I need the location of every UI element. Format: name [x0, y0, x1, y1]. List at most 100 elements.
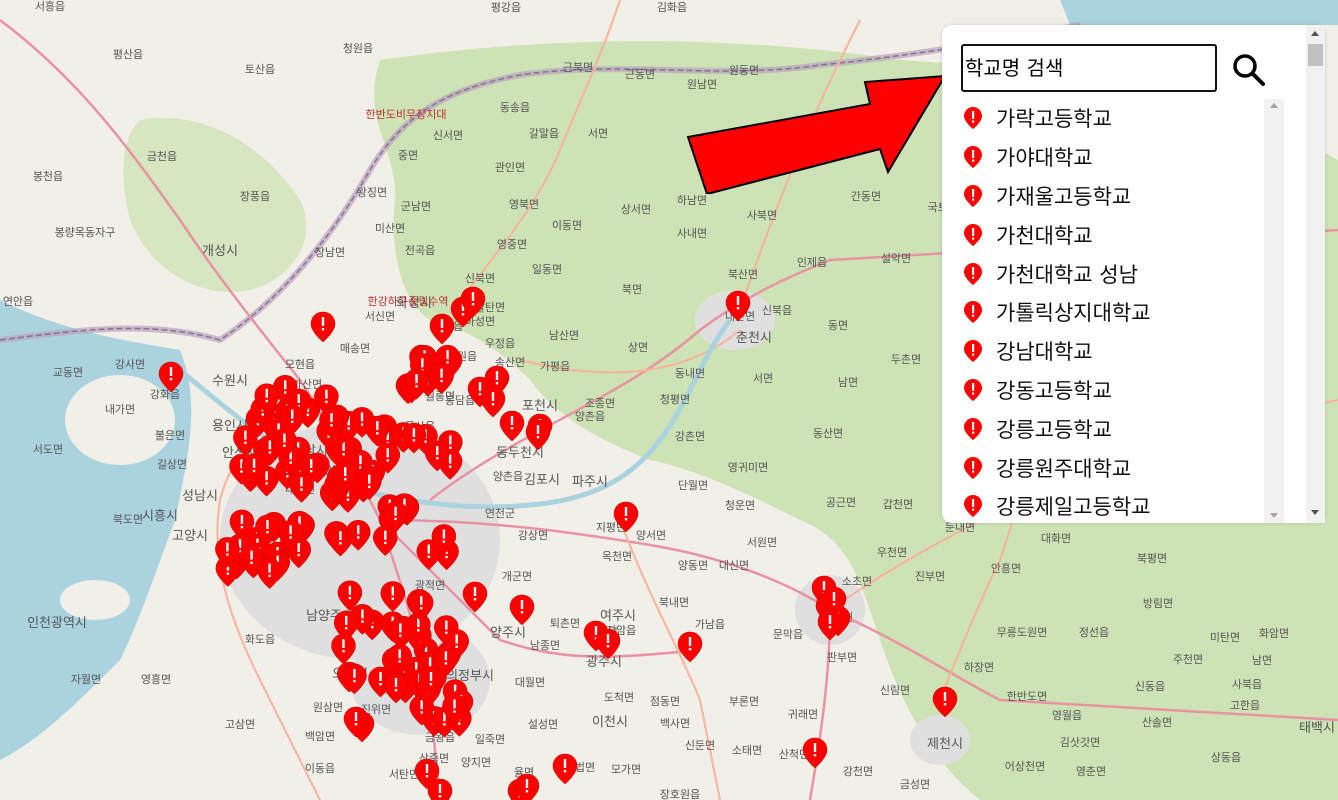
place-label: 개군면 — [502, 570, 532, 583]
school-list-item[interactable]: 가야대학교 — [942, 138, 1264, 177]
island — [60, 580, 130, 620]
place-label: 남산면 — [549, 329, 579, 342]
place-label: 관인면 — [495, 161, 525, 174]
place-label: 영춘면 — [1076, 765, 1106, 778]
place-label: 서흥읍 — [35, 0, 65, 13]
place-label: 원삼면 — [313, 701, 343, 714]
marker-icon — [964, 378, 982, 401]
place-label: 미탄면 — [1210, 631, 1240, 644]
school-list-item[interactable]: 가천대학교 성남 — [942, 254, 1264, 293]
place-label: 신동읍 — [1135, 680, 1165, 693]
place-label: 서신면 — [365, 310, 395, 323]
place-label: 상동읍 — [1211, 751, 1241, 764]
school-name: 가야대학교 — [996, 146, 1093, 171]
school-list-item[interactable]: 가재울고등학교 — [942, 177, 1264, 216]
place-label: 고한읍 — [1230, 699, 1260, 712]
search-button[interactable] — [1230, 51, 1268, 89]
school-list[interactable]: 가락고등학교가야대학교가재울고등학교 가천대학교 가천대학교 성남 가톨릭상지대학교강… — [942, 99, 1264, 523]
place-label: 청원읍 — [343, 42, 373, 55]
panel-scrollbar-thumb[interactable] — [1308, 44, 1323, 66]
place-label: 내가면 — [105, 403, 135, 416]
place-label: 양동면 — [678, 559, 708, 572]
place-label: 양주시 — [490, 626, 526, 641]
scroll-down-icon[interactable] — [1311, 510, 1319, 515]
place-label: 가남읍 — [695, 618, 725, 631]
place-label: 공근면 — [826, 496, 856, 509]
school-name: 강동고등학교 — [996, 378, 1112, 403]
school-name: 강남대학교 — [996, 340, 1093, 365]
place-label: 문막읍 — [773, 628, 803, 641]
place-label: 진부면 — [915, 570, 945, 583]
school-marker[interactable] — [427, 778, 453, 800]
place-label: 청평면 — [660, 393, 690, 406]
scroll-up-icon[interactable] — [1311, 31, 1319, 36]
marker-icon — [964, 301, 982, 324]
place-label: 무릉도원면 — [997, 626, 1048, 639]
place-label: 인천광역시 — [27, 616, 87, 631]
place-label: 강화읍 — [150, 388, 180, 401]
place-label: 두촌면 — [891, 353, 921, 366]
school-list-item[interactable]: 강릉고등학교 — [942, 409, 1264, 448]
school-list-item[interactable]: 가락고등학교 — [942, 99, 1264, 138]
marker-icon — [964, 495, 982, 518]
school-list-item[interactable]: 강남대학교 — [942, 332, 1264, 371]
place-label: 소초면 — [842, 575, 872, 588]
scroll-up-icon[interactable] — [1270, 103, 1278, 108]
scroll-down-icon[interactable] — [1270, 513, 1278, 518]
school-name: 강릉고등학교 — [996, 417, 1112, 442]
place-label: 서탄면 — [389, 768, 419, 781]
place-label: 소태면 — [732, 744, 762, 757]
place-label: 영귀미면 — [728, 461, 768, 474]
place-label: 남면 — [838, 376, 858, 389]
place-label: 방림면 — [1143, 597, 1173, 610]
place-label: 이천시 — [592, 715, 628, 730]
marker-icon — [964, 340, 982, 363]
school-name: 가락고등학교 — [996, 107, 1112, 132]
place-label: 동내면 — [675, 367, 705, 380]
place-label: 서면 — [753, 372, 773, 385]
place-label: 상면 — [628, 341, 648, 354]
search-input[interactable] — [961, 44, 1217, 92]
place-label: 강사면 — [115, 358, 145, 371]
list-scrollbar[interactable] — [1264, 99, 1284, 523]
place-label: 포천시 — [522, 399, 558, 414]
place-label: 주천면 — [1173, 652, 1203, 666]
place-label: 금천읍 — [147, 149, 177, 163]
place-label: 신서면 — [433, 129, 463, 142]
place-label: 서면 — [588, 127, 608, 140]
place-label: 개성시 — [202, 244, 238, 259]
place-label: 양촌읍 — [493, 470, 523, 483]
place-label: 한반도비무장지대 — [366, 108, 447, 121]
school-list-item[interactable]: 가천대학교 — [942, 215, 1264, 254]
place-label: 사내면 — [677, 227, 707, 240]
marker-icon — [964, 223, 982, 246]
place-label: 미산면 — [375, 222, 405, 235]
panel-scrollbar[interactable] — [1306, 25, 1325, 523]
place-label: 설악면 — [881, 252, 911, 265]
place-label: 북내면 — [659, 596, 689, 609]
school-list-item[interactable]: 강릉제일고등학교 — [942, 487, 1264, 523]
place-label: 길상면 — [157, 458, 187, 471]
marker-icon — [964, 417, 982, 440]
school-list-item[interactable]: 가톨릭상지대학교 — [942, 293, 1264, 332]
place-label: 우정읍 — [485, 337, 515, 350]
place-label: 설성면 — [528, 718, 558, 731]
place-label: 중면 — [398, 149, 418, 162]
place-label: 갑천면 — [883, 497, 913, 511]
place-label: 남종면 — [530, 639, 560, 652]
place-label: 조종면 — [585, 397, 615, 410]
school-list-item[interactable]: 강동고등학교 — [942, 371, 1264, 410]
place-label: 상서면 — [621, 203, 651, 216]
place-label: 평산읍 — [113, 48, 143, 61]
school-list-item[interactable]: 강릉원주대학교 — [942, 448, 1264, 487]
place-label: 갈말읍 — [529, 126, 559, 140]
place-label: 춘천시 — [736, 331, 772, 346]
pointer-arrow — [686, 74, 947, 194]
place-label: 판부면 — [827, 651, 857, 664]
place-label: 귀래면 — [788, 708, 818, 721]
place-label: 퇴촌면 — [550, 617, 580, 630]
place-label: 점동면 — [650, 695, 680, 708]
place-label: 양서면 — [636, 529, 666, 542]
sea-north — [1060, 0, 1338, 25]
place-label: 하장면 — [964, 660, 994, 674]
